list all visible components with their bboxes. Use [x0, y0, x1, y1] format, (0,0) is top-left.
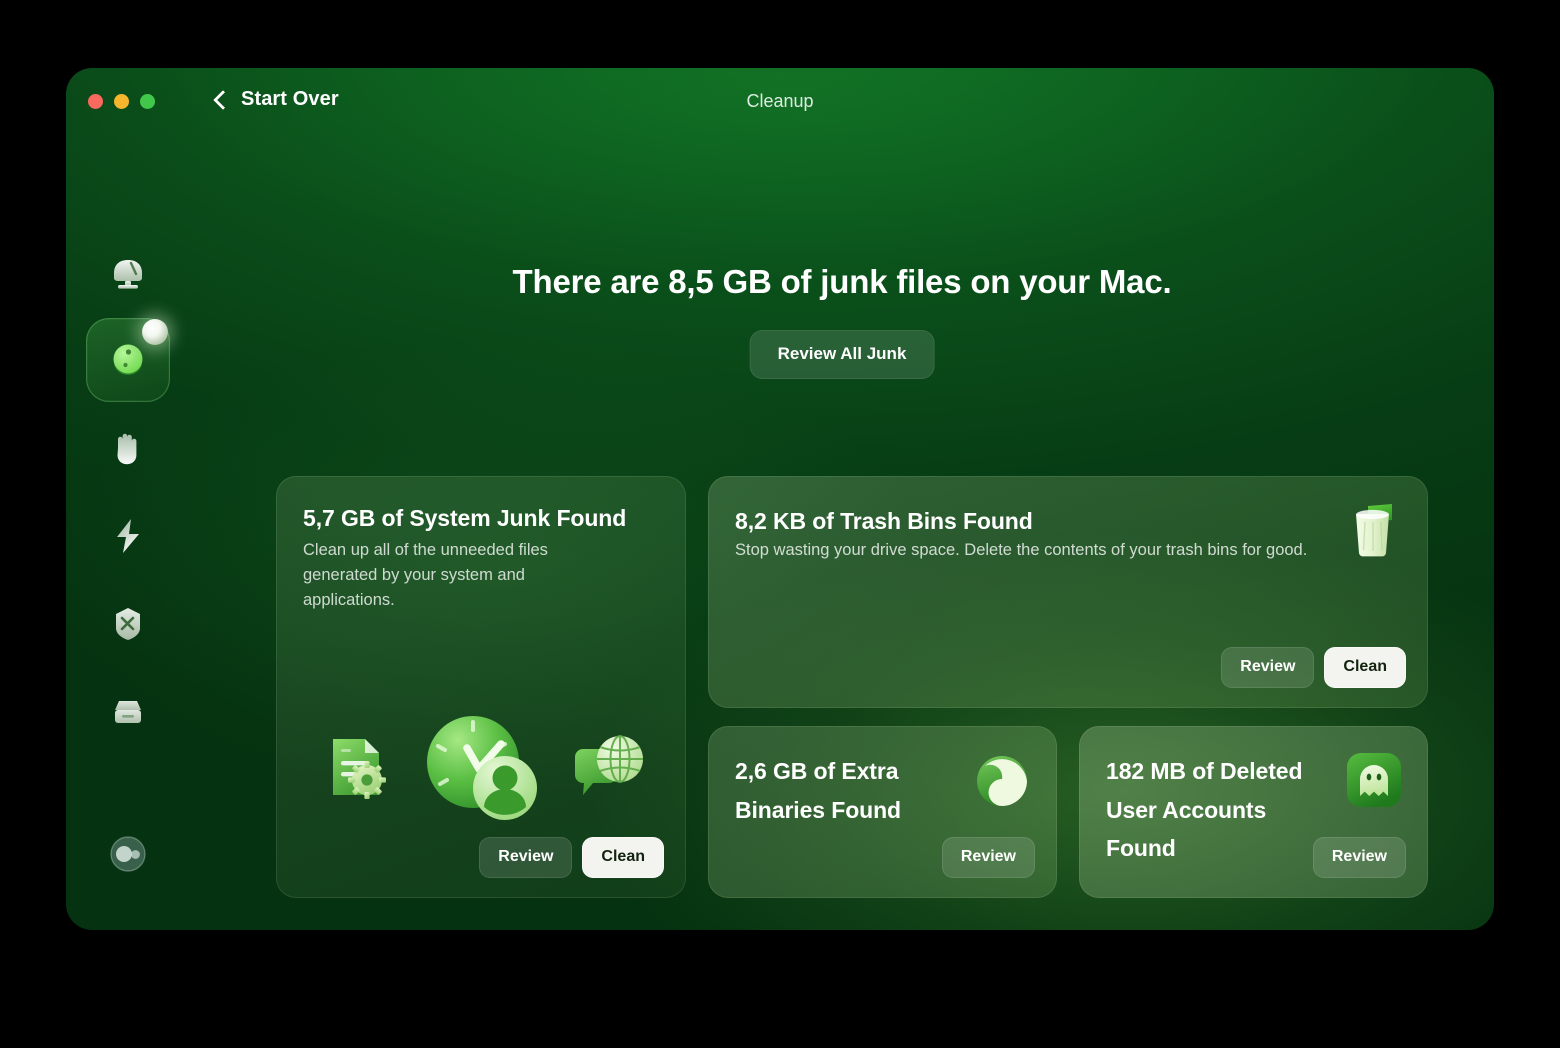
sidebar-item-applications[interactable] — [86, 582, 170, 666]
clock-user-icon — [427, 716, 537, 820]
review-all-junk-button[interactable]: Review All Junk — [749, 330, 935, 379]
card-deleted-user-accounts[interactable]: 182 MB of Deleted User Accounts Found Re… — [1079, 726, 1428, 898]
sidebar-item-smart-scan[interactable] — [86, 232, 170, 316]
document-gear-icon — [333, 739, 386, 799]
sidebar-item-my-clutter[interactable] — [86, 670, 170, 754]
hand-shield-icon — [117, 433, 137, 465]
card-extra-binaries-title: 2,6 GB of Extra Binaries Found — [735, 758, 902, 823]
card-deleted-user-accounts-actions: Review — [1312, 837, 1406, 878]
smart-scan-icon — [114, 260, 142, 289]
card-trash-bins-actions: Review Clean — [1221, 647, 1406, 688]
card-system-junk-description: Clean up all of the unneeded files gener… — [303, 541, 548, 610]
sidebar-item-performance[interactable] — [86, 494, 170, 578]
sidebar-item-protection[interactable] — [86, 406, 170, 490]
account-button[interactable] — [98, 824, 158, 884]
system-junk-clean-button[interactable]: Clean — [582, 837, 664, 878]
desktop-backdrop: Start Over Cleanup There are 8,5 GB of j… — [0, 0, 1560, 1048]
card-system-junk[interactable]: 5,7 GB of System Junk Found Clean up all… — [276, 476, 686, 898]
card-extra-binaries[interactable]: 2,6 GB of Extra Binaries Found Review — [708, 726, 1057, 898]
trash-bin-icon — [1356, 504, 1392, 557]
page-headline: There are 8,5 GB of junk files on your M… — [512, 263, 1172, 300]
main-content: There are 8,5 GB of junk files on your M… — [190, 138, 1494, 930]
window-titlebar: Start Over Cleanup — [66, 68, 1494, 138]
card-deleted-user-accounts-title: 182 MB of Deleted User Accounts Found — [1106, 758, 1303, 862]
sidebar — [66, 138, 190, 930]
notification-badge-icon — [142, 319, 168, 345]
cards-grid: 5,7 GB of System Junk Found Clean up all… — [276, 476, 1428, 898]
card-system-junk-title: 5,7 GB of System Junk Found — [303, 505, 627, 531]
deleted-user-accounts-review-button[interactable]: Review — [1312, 837, 1406, 878]
card-extra-binaries-actions: Review — [941, 837, 1035, 878]
system-junk-review-button[interactable]: Review — [479, 837, 573, 878]
app-window: Start Over Cleanup There are 8,5 GB of j… — [66, 68, 1494, 930]
binaries-circle-icon — [977, 756, 1027, 806]
card-trash-bins-description: Stop wasting your drive space. Delete th… — [735, 541, 1308, 559]
drawer-icon — [115, 701, 141, 723]
sidebar-item-cleanup[interactable] — [86, 318, 170, 402]
card-trash-bins[interactable]: 8,2 KB of Trash Bins Found Stop wasting … — [708, 476, 1428, 708]
extra-binaries-review-button[interactable]: Review — [941, 837, 1035, 878]
chat-globe-icon — [575, 735, 643, 795]
card-deleted-user-accounts-icon-wrap — [1346, 752, 1402, 808]
trash-bins-review-button[interactable]: Review — [1221, 647, 1315, 688]
card-extra-binaries-icon-wrap — [973, 752, 1031, 810]
account-avatar-icon — [110, 836, 146, 872]
applications-icon — [116, 608, 140, 640]
system-junk-illustration — [276, 698, 686, 838]
cleanup-icon — [113, 344, 143, 375]
window-title: Cleanup — [746, 91, 814, 111]
trash-bins-clean-button[interactable]: Clean — [1324, 647, 1406, 688]
lightning-icon — [117, 519, 139, 553]
card-system-junk-actions: Review Clean — [479, 837, 664, 878]
card-trash-bins-title: 8,2 KB of Trash Bins Found — [735, 508, 1033, 534]
ghost-icon — [1347, 753, 1401, 807]
card-trash-bins-icon-wrap — [1342, 498, 1404, 560]
